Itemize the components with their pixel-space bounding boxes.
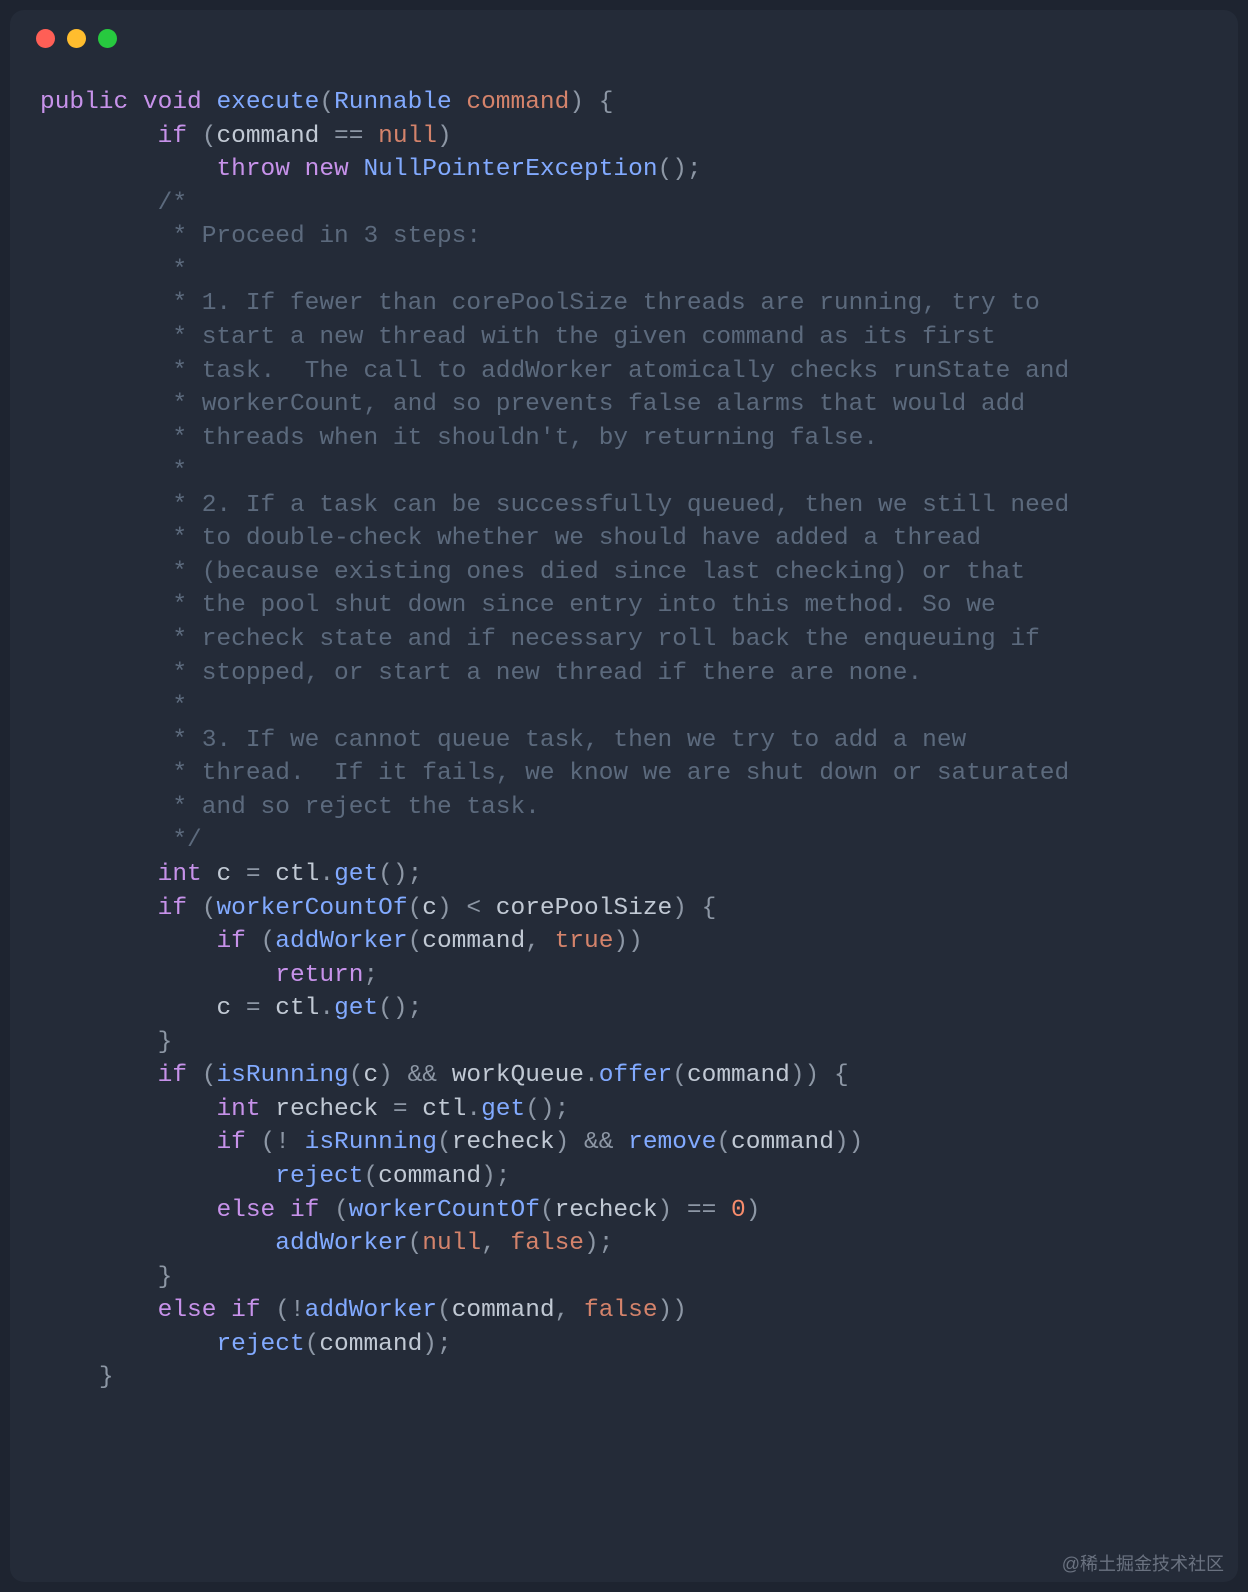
code-line: * 1. If fewer than corePoolSize threads … <box>40 290 1040 317</box>
code-line: * to double-check whether we should have… <box>40 525 981 552</box>
code-line: } <box>40 1264 172 1291</box>
code-line: * stopped, or start a new thread if ther… <box>40 660 922 687</box>
code-line: addWorker(null, false); <box>40 1230 613 1257</box>
code-line: * <box>40 693 187 720</box>
code-line: if (! isRunning(recheck) && remove(comma… <box>40 1129 863 1156</box>
code-line: } <box>40 1364 114 1391</box>
code-line: int recheck = ctl.get(); <box>40 1096 569 1123</box>
code-line: * start a new thread with the given comm… <box>40 324 996 351</box>
minimize-icon[interactable] <box>67 29 86 48</box>
code-line: else if (!addWorker(command, false)) <box>40 1297 687 1324</box>
code-line: * task. The call to addWorker atomically… <box>40 358 1069 385</box>
code-line: * recheck state and if necessary roll ba… <box>40 626 1040 653</box>
code-line: * thread. If it fails, we know we are sh… <box>40 760 1069 787</box>
code-line: * Proceed in 3 steps: <box>40 223 481 250</box>
watermark-text: @稀土掘金技术社区 <box>1062 1550 1224 1576</box>
code-line: * workerCount, and so prevents false ala… <box>40 391 1025 418</box>
code-line: if (addWorker(command, true)) <box>40 928 643 955</box>
code-line: } <box>40 1029 172 1056</box>
code-window: public void execute(Runnable command) { … <box>10 10 1238 1582</box>
code-line: */ <box>40 827 202 854</box>
code-line: * 3. If we cannot queue task, then we tr… <box>40 727 966 754</box>
code-line: throw new NullPointerException(); <box>40 156 702 183</box>
code-line: * <box>40 257 187 284</box>
code-content: public void execute(Runnable command) { … <box>10 66 1238 1425</box>
code-line: * threads when it shouldn't, by returnin… <box>40 425 878 452</box>
code-line: * and so reject the task. <box>40 794 540 821</box>
code-line: if (command == null) <box>40 123 452 150</box>
code-line: * 2. If a task can be successfully queue… <box>40 492 1069 519</box>
code-line: else if (workerCountOf(recheck) == 0) <box>40 1197 760 1224</box>
code-line: c = ctl.get(); <box>40 995 422 1022</box>
maximize-icon[interactable] <box>98 29 117 48</box>
code-line: /* <box>40 190 187 217</box>
code-line: * <box>40 458 187 485</box>
code-line: * the pool shut down since entry into th… <box>40 592 996 619</box>
code-line: reject(command); <box>40 1331 452 1358</box>
code-line: reject(command); <box>40 1163 511 1190</box>
code-line: if (workerCountOf(c) < corePoolSize) { <box>40 895 716 922</box>
code-line: public void execute(Runnable command) { <box>40 89 613 116</box>
code-line: return; <box>40 962 378 989</box>
code-line: int c = ctl.get(); <box>40 861 422 888</box>
close-icon[interactable] <box>36 29 55 48</box>
code-line: * (because existing ones died since last… <box>40 559 1025 586</box>
code-line: if (isRunning(c) && workQueue.offer(comm… <box>40 1062 849 1089</box>
window-titlebar <box>10 10 1238 66</box>
